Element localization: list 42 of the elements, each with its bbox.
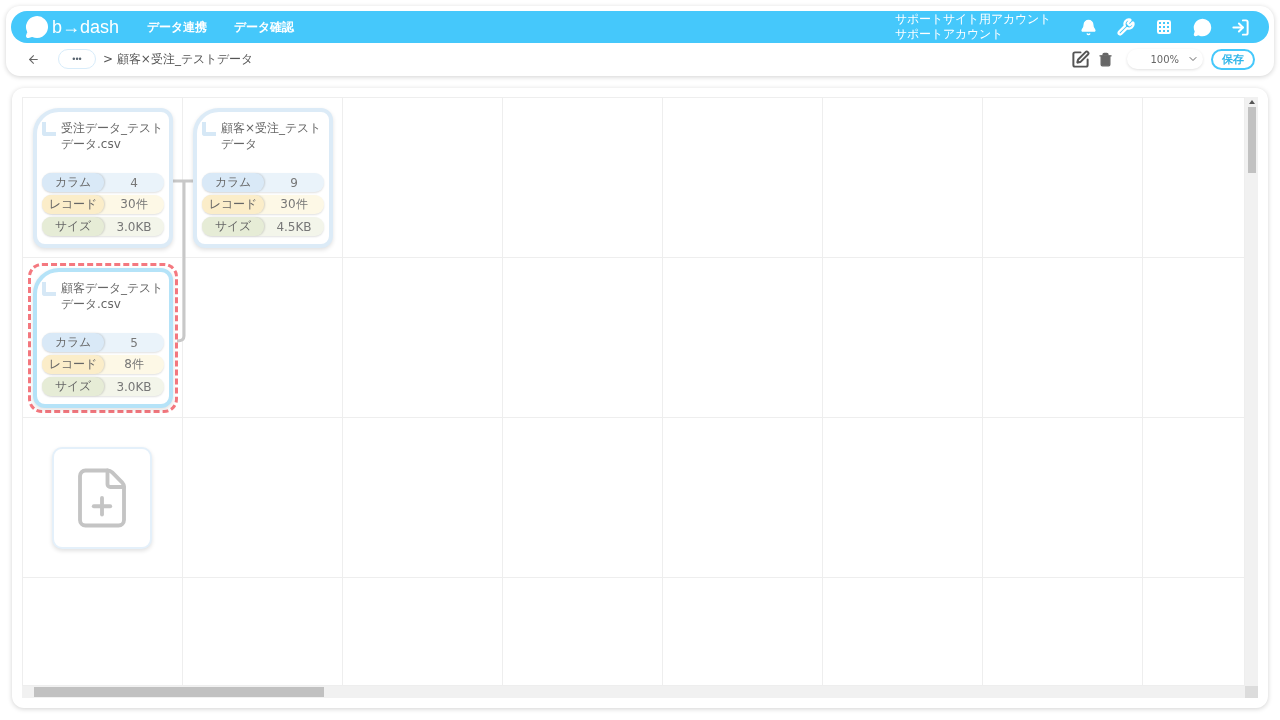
account-name: サポートアカウント (895, 27, 1004, 42)
stat-label: カラム (202, 173, 264, 192)
zoom-dropdown[interactable]: 100% (1127, 49, 1203, 69)
node-name: 顧客×受注_テストデータ (221, 120, 323, 153)
trash-icon[interactable] (1098, 51, 1113, 67)
account-name: サポートサイト用アカウント (895, 12, 1051, 27)
add-file-button[interactable] (52, 447, 152, 549)
scrollbar-corner (1245, 686, 1258, 698)
edit-icon[interactable] (1071, 49, 1090, 69)
stat-value: 3.0KB (115, 218, 153, 236)
stat-label: サイズ (42, 217, 104, 236)
stat-value: 4 (129, 174, 139, 192)
stat-label: サイズ (42, 377, 104, 396)
stat-value: 3.0KB (115, 378, 153, 396)
stat-label: カラム (42, 333, 104, 352)
file-corner-icon (42, 282, 56, 296)
scrollbar-thumb[interactable] (34, 687, 324, 697)
back-arrow-icon[interactable] (27, 52, 40, 66)
logo-text: b→dash (52, 16, 120, 38)
node-name: 受注データ_テストデータ.csv (61, 120, 164, 153)
stat-label: カラム (42, 173, 104, 192)
stat-value: 30件 (119, 196, 149, 213)
data-node-card[interactable]: 顧客データ_テストデータ.csv カラム 5 レコード 8件 サイズ 3.0KB (33, 268, 173, 408)
stat-value: 30件 (279, 196, 309, 213)
file-corner-icon (202, 122, 216, 136)
stat-label: レコード (202, 195, 264, 214)
scrollbar-thumb[interactable] (1247, 107, 1256, 173)
stat-value: 9 (289, 174, 299, 192)
logo-icon (25, 15, 49, 39)
scroll-up-arrow-icon[interactable] (1248, 100, 1255, 104)
more-button[interactable]: ••• (58, 49, 96, 69)
stat-value: 4.5KB (275, 218, 313, 236)
breadcrumb: > 顧客×受注_テストデータ (103, 50, 253, 68)
stat-label: レコード (42, 195, 104, 214)
stat-label: レコード (42, 355, 104, 374)
data-node-card[interactable]: 顧客×受注_テストデータ カラム 9 レコード 30件 サイズ 4.5KB (193, 108, 333, 248)
node-name: 顧客データ_テストデータ.csv (61, 280, 164, 313)
stat-value: 5 (129, 334, 139, 352)
data-node-card[interactable]: 受注データ_テストデータ.csv カラム 4 レコード 30件 サイズ 3.0KB (33, 108, 173, 248)
stat-value: 8件 (123, 356, 145, 373)
stat-label: サイズ (202, 217, 264, 236)
file-corner-icon (42, 122, 56, 136)
